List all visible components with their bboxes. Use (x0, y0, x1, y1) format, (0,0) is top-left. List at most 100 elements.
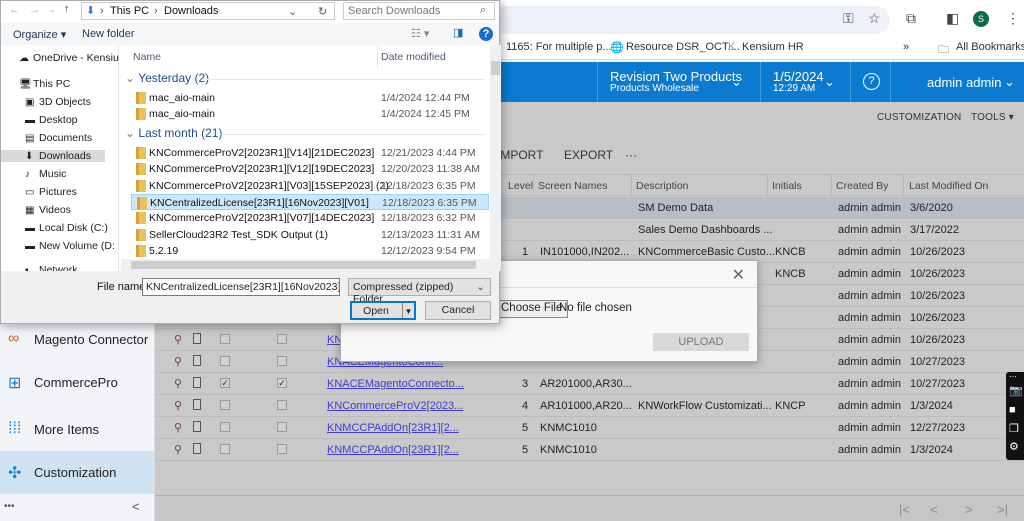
refresh-icon[interactable]: ↻ (318, 5, 327, 18)
selected-checkbox[interactable] (277, 400, 287, 410)
next-page-button[interactable]: > (965, 502, 973, 517)
bookmarks-overflow[interactable]: » (903, 41, 909, 53)
up-icon[interactable]: ↑ (64, 3, 70, 15)
address-bar[interactable] (480, 6, 890, 34)
view-options-icon[interactable]: ☷ ▾ (411, 27, 429, 40)
tools-menu[interactable]: TOOLS ▾ (971, 112, 1014, 123)
published-checkbox[interactable] (220, 334, 230, 344)
forward-icon[interactable]: → (29, 4, 40, 16)
preview-pane-icon[interactable]: ◨ (453, 26, 463, 39)
nav-item-downloads[interactable]: ⬇ Downloads (1, 150, 105, 162)
organize-button[interactable]: Organize ▾ (13, 28, 66, 41)
date-selector[interactable]: 1/5/2024 12:29 AM ⌄ (760, 62, 850, 102)
attachment-icon[interactable]: ⚲ (174, 399, 182, 412)
project-name-link[interactable]: KNMCCPAddOn[23R1][2... (327, 422, 459, 434)
recent-dropdown-icon[interactable]: ⌄ (49, 5, 56, 14)
upload-button[interactable]: UPLOAD (653, 333, 749, 351)
table-row[interactable]: ⚲ ✓ ✓ KNACEMagentoConnecto... 3 AR201000,AR30… (155, 373, 1024, 395)
table-row[interactable]: ⚲ KNMCCPAddOn[23R1][2... 5 KNMC1010 admin ad… (155, 417, 1024, 439)
help-icon[interactable]: ? (479, 27, 493, 41)
published-checkbox[interactable] (220, 400, 230, 410)
file-item[interactable]: mac_aio-main 1/4/2024 12:45 PM (131, 106, 489, 122)
column-last-modified[interactable]: Last Modified On (909, 180, 988, 192)
last-page-button[interactable]: >| (997, 502, 1008, 517)
column-description[interactable]: Description (636, 180, 689, 192)
file-type-select[interactable]: Compressed (zipped) Folder ⌄ (348, 278, 491, 305)
file-item[interactable]: KNCentralizedLicense[23R1][16Nov2023][V0… (131, 193, 489, 210)
file-item[interactable]: SellerCloud23R2 Test_SDK Output (1) 12/13… (131, 227, 489, 243)
sidebar-collapse[interactable]: < (132, 499, 140, 514)
column-created-by[interactable]: Created By (836, 180, 889, 192)
note-icon[interactable] (193, 421, 201, 432)
file-item[interactable]: KNCommerceProV2[2023R1][V03][15SEP2023] … (131, 178, 489, 194)
bookmark-item[interactable]: 1165: For multiple p... (506, 41, 612, 53)
windows-icon[interactable]: ❐ (1009, 422, 1019, 435)
attachment-icon[interactable]: ⚲ (174, 377, 182, 390)
help-button[interactable]: ? (850, 62, 890, 102)
attachment-icon[interactable]: ⚲ (174, 333, 182, 346)
nav-item-videos[interactable]: ▦ Videos (25, 204, 71, 216)
cancel-button[interactable]: Cancel (425, 301, 491, 320)
group-header[interactable]: ⌄ Last month (21) (125, 126, 222, 140)
gear-icon[interactable]: ⚙ (1009, 440, 1019, 453)
published-checkbox[interactable] (220, 356, 230, 366)
nav-item-new-volume-d[interactable]: ▬ New Volume (D: (25, 240, 115, 252)
file-item[interactable]: mac_aio-main 1/4/2024 12:44 PM (131, 90, 489, 106)
table-row[interactable]: ⚲ KNCommerceProV2[2023... 4 AR101000,AR20..… (155, 395, 1024, 417)
selected-checkbox[interactable] (277, 334, 287, 344)
note-icon[interactable] (193, 377, 201, 388)
bookmark-item[interactable]: Resource DSR_OCT.... (626, 41, 740, 53)
company-selector[interactable]: Revision Two Products Products Wholesale… (597, 62, 755, 102)
video-icon[interactable]: ■ (1009, 404, 1016, 416)
side-panel-icon[interactable]: ◧ (946, 10, 959, 27)
close-icon[interactable]: ✕ (732, 265, 745, 285)
vertical-scrollbar[interactable] (490, 45, 501, 271)
more-commands[interactable]: ··· (625, 148, 637, 162)
breadcrumb-downloads[interactable]: Downloads (164, 5, 218, 17)
attachment-icon[interactable]: ⚲ (174, 355, 182, 368)
star-icon[interactable]: ☆ (868, 10, 881, 27)
note-icon[interactable] (193, 333, 201, 344)
file-item[interactable]: 5.2.19 12/12/2023 9:54 PM (131, 243, 489, 259)
nav-item-pictures[interactable]: ▭ Pictures (25, 186, 77, 198)
note-icon[interactable] (193, 355, 201, 366)
profile-avatar[interactable]: S (973, 11, 989, 27)
selected-checkbox[interactable] (277, 422, 287, 432)
note-icon[interactable] (193, 399, 201, 410)
project-name-link[interactable]: KNCommerceProV2[2023... (327, 400, 463, 412)
column-screen-names[interactable]: Screen Names (538, 180, 607, 192)
search-input[interactable]: Search Downloads ⌕ (343, 2, 495, 20)
nav-item-local-disk-c[interactable]: ▬ Local Disk (C:) (25, 222, 108, 234)
column-name[interactable]: Name (133, 51, 161, 63)
published-checkbox[interactable] (220, 444, 230, 454)
customization-menu[interactable]: CUSTOMIZATION (877, 112, 961, 123)
new-folder-button[interactable]: New folder (82, 28, 135, 40)
first-page-button[interactable]: |< (899, 502, 910, 517)
group-header[interactable]: ⌄ Yesterday (2) (125, 71, 209, 85)
choose-file-button[interactable]: Choose File (495, 300, 569, 318)
nav-item-onedrive-kensiu[interactable]: ☁ OneDrive - Kensiu (19, 52, 119, 64)
project-name-link[interactable]: KNMCCPAddOn[23R1][2... (327, 444, 459, 456)
address-bar[interactable]: ⬇ › This PC › Downloads ⌄ ↻ (81, 2, 335, 20)
published-checkbox[interactable] (220, 422, 230, 432)
sidebar-item-customization[interactable]: ✣ Customization (0, 451, 154, 494)
selected-checkbox[interactable] (277, 356, 287, 366)
extensions-icon[interactable]: ⧉ (906, 10, 916, 27)
sidebar-item-commercepro[interactable]: ⊞ CommercePro (0, 361, 154, 404)
horizontal-scrollbar[interactable] (121, 259, 490, 271)
nav-item-documents[interactable]: ▤ Documents (25, 132, 92, 144)
chevron-down-icon[interactable]: ⌄ (288, 5, 297, 18)
menu-icon[interactable]: ⋮ (1006, 10, 1020, 27)
sidebar-item-magento-connector[interactable]: ∞ Magento Connector (0, 318, 154, 361)
nav-item-this-pc[interactable]: 🖥This PC (19, 78, 70, 90)
nav-item-desktop[interactable]: ▬ Desktop (25, 114, 78, 126)
column-level[interactable]: Level (508, 180, 533, 192)
table-row[interactable]: ⚲ KNMCCPAddOn[23R1][2... 5 KNMC1010 admin ad… (155, 439, 1024, 461)
more-icon[interactable]: ⋯ (1009, 372, 1017, 381)
note-icon[interactable] (193, 443, 201, 454)
column-initials[interactable]: Initials (772, 180, 802, 192)
key-icon[interactable]: ⚿ (843, 10, 854, 27)
selected-checkbox[interactable]: ✓ (277, 378, 287, 388)
open-button[interactable]: Open ▼ (350, 301, 416, 320)
user-menu[interactable]: 👤 admin admin ⌄ (890, 62, 1024, 102)
